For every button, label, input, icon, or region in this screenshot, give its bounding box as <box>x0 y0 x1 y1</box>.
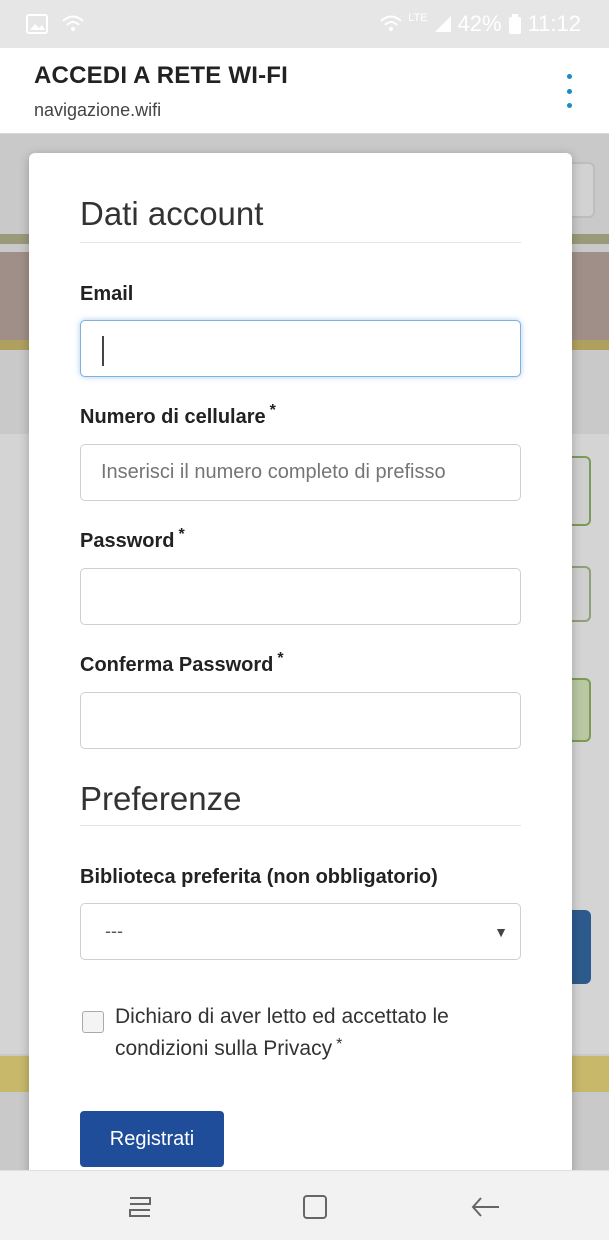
section-title-account: Dati account <box>80 195 264 232</box>
network-type: LTE <box>408 12 428 24</box>
required-marker: * <box>269 402 276 419</box>
library-select[interactable]: --- ▼ <box>80 903 521 960</box>
confirm-password-field[interactable] <box>80 692 521 749</box>
more-options-button[interactable] <box>559 74 579 108</box>
back-button[interactable] <box>466 1187 506 1227</box>
phone-label: Numero di cellulare * <box>80 402 276 428</box>
home-button[interactable] <box>295 1187 335 1227</box>
clock: 11:12 <box>527 11 581 36</box>
section-divider <box>80 242 521 243</box>
page-title: ACCEDI A RETE WI-FI <box>34 62 289 89</box>
email-field[interactable] <box>80 320 521 377</box>
email-label: Email <box>80 283 134 305</box>
library-selected-value: --- <box>105 921 123 941</box>
required-marker: * <box>178 526 185 543</box>
battery-icon <box>508 14 522 34</box>
register-button[interactable]: Registrati <box>80 1111 224 1167</box>
navigation-bar <box>0 1170 609 1240</box>
battery-percent: 42% <box>457 11 502 36</box>
phone-field[interactable] <box>80 444 521 501</box>
recent-apps-button[interactable] <box>120 1187 160 1227</box>
library-label: Biblioteca preferita (non obbligatorio) <box>80 866 438 888</box>
required-marker: * <box>336 1036 343 1053</box>
screen: LTE 42% 11:12 ACCEDI A RETE WI-FI naviga… <box>0 0 609 1240</box>
password-label: Password * <box>80 526 185 552</box>
recent-apps-icon <box>129 1197 151 1217</box>
home-icon <box>303 1195 327 1219</box>
dropdown-arrow-icon: ▼ <box>494 923 508 940</box>
status-bar-left <box>26 14 84 34</box>
wifi-outline-icon <box>62 15 84 33</box>
privacy-checkbox[interactable] <box>82 1011 104 1033</box>
registration-modal: Dati account Email Numero di cellulare * … <box>29 153 572 1183</box>
signal-icon <box>434 15 452 33</box>
section-divider <box>80 825 521 826</box>
back-arrow-icon <box>471 1197 499 1217</box>
privacy-label[interactable]: Dichiaro di aver letto ed accettato le c… <box>115 1001 535 1065</box>
status-bar: LTE 42% 11:12 <box>0 0 609 48</box>
image-icon <box>26 14 48 34</box>
required-marker: * <box>277 650 284 667</box>
confirm-password-label: Conferma Password * <box>80 650 284 676</box>
status-bar-right: LTE 42% 11:12 <box>380 11 581 37</box>
page-url: navigazione.wifi <box>34 100 162 120</box>
section-title-preferences: Preferenze <box>80 780 242 817</box>
browser-header: ACCEDI A RETE WI-FI navigazione.wifi <box>0 48 609 134</box>
more-vert-icon <box>566 74 572 79</box>
password-field[interactable] <box>80 568 521 625</box>
wifi-icon <box>380 15 402 33</box>
text-caret <box>102 336 104 366</box>
